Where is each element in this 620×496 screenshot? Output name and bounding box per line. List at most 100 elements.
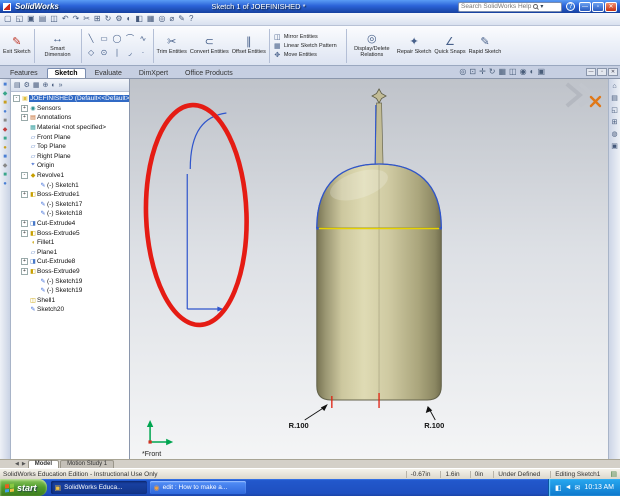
rapid-sketch-button[interactable]: ✎ Rapid Sketch	[469, 36, 502, 55]
redo-icon[interactable]: ↷	[73, 13, 80, 25]
configurationmanager-tab-icon[interactable]: ▦	[33, 81, 40, 89]
copy-icon[interactable]: ⊞	[94, 13, 101, 25]
appearance-icon[interactable]: ◐	[127, 13, 132, 25]
tree-expander-icon[interactable]	[21, 297, 28, 304]
smart-dimension-button[interactable]: ↔ Smart Dimension	[38, 33, 78, 58]
feature-tree-item[interactable]: ▱ Plane1	[11, 248, 129, 258]
feature-tree-item[interactable]: + ◉ Sensors	[11, 104, 129, 114]
confirmation-corner-cancel-icon[interactable]	[589, 95, 602, 108]
centerline-tool-icon[interactable]: ∣	[111, 46, 124, 60]
open-file-icon[interactable]: ◱	[16, 13, 24, 25]
zoom-area-icon[interactable]: ⊡	[469, 67, 476, 77]
feature-tree-item[interactable]: - ◆ Revolve1	[11, 171, 129, 181]
graphics-area[interactable]: R.100 R.100 *Front	[130, 79, 608, 459]
study-tab[interactable]: Motion Study 1	[60, 460, 115, 468]
feature-tree-item[interactable]: ⌖ Origin	[11, 161, 129, 171]
tree-expander-icon[interactable]	[21, 306, 28, 313]
tree-expander-icon[interactable]	[31, 182, 38, 189]
revolve-profile-sketch[interactable]	[186, 112, 227, 312]
feature-tree-item[interactable]: ◖ Fillet1	[11, 238, 129, 248]
tree-expander-icon[interactable]: -	[21, 172, 28, 180]
tree-expander-icon[interactable]	[21, 153, 28, 160]
undo-icon[interactable]: ↶	[62, 13, 69, 25]
feature-tree-item[interactable]: + ◧ Boss-Extrude9	[11, 267, 129, 277]
model-geometry[interactable]	[316, 88, 442, 401]
ribbon-tab[interactable]: Office Products	[177, 68, 241, 78]
mirror-entities-button[interactable]: ◫ Mirror Entities	[273, 33, 343, 41]
tree-expander-icon[interactable]	[21, 162, 28, 169]
panel-overflow-icon[interactable]: »	[59, 82, 63, 89]
minimize-button[interactable]: —	[579, 1, 591, 12]
volume-icon[interactable]: ◄	[565, 484, 572, 492]
confirmation-corner-exit-icon[interactable]	[565, 82, 583, 108]
feature-tree-item[interactable]: ✎ Sketch20	[11, 305, 129, 315]
close-button[interactable]: ✕	[605, 1, 617, 12]
section-view-icon[interactable]: ◧	[135, 13, 143, 25]
help-icon[interactable]: ?	[189, 13, 193, 25]
tab-scroll-left-icon[interactable]: ◀	[14, 461, 20, 467]
apply-scene-icon[interactable]: ▣	[537, 67, 545, 77]
task-pane-appearances-icon[interactable]: ◍	[611, 130, 617, 138]
sketch-spike-line[interactable]	[374, 104, 377, 165]
tree-expander-icon[interactable]	[21, 239, 28, 246]
tree-expander-icon[interactable]: +	[21, 191, 28, 199]
search-dropdown-icon[interactable]: ▾	[540, 3, 543, 10]
left-toolbar-icon-8[interactable]: ●	[3, 145, 7, 152]
displaymanager-tab-icon[interactable]: ◐	[51, 82, 55, 89]
left-toolbar-icon-12[interactable]: ●	[3, 181, 7, 188]
feature-tree-item[interactable]: ◫ Shell1	[11, 295, 129, 305]
print-preview-icon[interactable]: ◫	[50, 13, 58, 25]
featuremanager-tab-icon[interactable]: ▤	[14, 81, 21, 89]
rebuild-icon[interactable]: ↻	[105, 13, 112, 25]
radius-dimensions[interactable]: R.100 R.100	[289, 404, 445, 430]
model-spike-tip[interactable]	[371, 88, 387, 104]
polygon-tool-icon[interactable]: ◇	[85, 46, 98, 60]
tree-expander-icon[interactable]	[31, 201, 38, 208]
task-pane-view-palette-icon[interactable]: ⊞	[612, 118, 618, 126]
left-toolbar-icon-11[interactable]: ■	[3, 172, 7, 179]
tree-expander-icon[interactable]: +	[21, 104, 28, 112]
arc-tool-icon[interactable]: ⌒	[124, 32, 137, 46]
sketch-point-right[interactable]	[439, 227, 442, 230]
feature-tree-item[interactable]: + ◨ Cut-Extrude4	[11, 219, 129, 229]
ribbon-tab[interactable]: Evaluate	[87, 68, 130, 78]
exit-sketch-button[interactable]: ✎ Exit Sketch	[3, 36, 31, 55]
feature-tree-item[interactable]: ✎ (-) Sketch19	[11, 276, 129, 286]
feature-tree-item[interactable]: ✎ (-) Sketch17	[11, 200, 129, 210]
display-style-icon[interactable]: ◫	[509, 67, 517, 77]
offset-entities-button[interactable]: ∥ Offset Entities	[232, 36, 266, 55]
search-input[interactable]: Search SolidWorks Help ▾	[458, 1, 562, 12]
study-tab[interactable]: Model	[27, 460, 60, 468]
repair-sketch-button[interactable]: ✦ Repair Sketch	[397, 36, 432, 55]
rotate-view-icon[interactable]: ↻	[489, 67, 496, 77]
maximize-button[interactable]: ▫	[592, 1, 604, 12]
feature-tree-item[interactable]: + ◧ Boss-Extrude5	[11, 228, 129, 238]
zoom-fit-icon[interactable]: ◎	[459, 67, 466, 77]
tab-scroll-right-icon[interactable]: ▶	[21, 461, 27, 467]
tree-expander-icon[interactable]: -	[13, 95, 20, 103]
save-icon[interactable]: ▣	[27, 13, 35, 25]
view-orientation-icon[interactable]: ▦	[498, 67, 506, 77]
left-toolbar-icon-1[interactable]: ■	[3, 82, 7, 89]
feature-tree-item[interactable]: ▦ Material <not specified>	[11, 123, 129, 133]
status-note-icon[interactable]: ▤	[610, 470, 617, 478]
task-pane-design-library-icon[interactable]: ▤	[611, 94, 618, 102]
circle-tool-icon[interactable]: ◯	[111, 32, 124, 46]
point-tool-icon[interactable]: ·	[137, 46, 150, 60]
left-toolbar-icon-7[interactable]: ■	[3, 136, 7, 143]
tree-expander-icon[interactable]	[21, 124, 28, 131]
feature-tree-item[interactable]: + ◧ Boss-Extrude1	[11, 190, 129, 200]
tree-expander-icon[interactable]	[21, 249, 28, 256]
dimxpertmanager-tab-icon[interactable]: ⊕	[43, 81, 49, 89]
feature-tree-item[interactable]: ✎ (-) Sketch19	[11, 286, 129, 296]
edit-appearance-icon[interactable]: ◐	[530, 67, 535, 77]
ribbon-tab[interactable]: DimXpert	[131, 68, 176, 78]
doc-restore-button[interactable]: ▫	[597, 68, 607, 76]
feature-tree-item[interactable]: + ◨ Cut-Extrude8	[11, 257, 129, 267]
feature-tree-item[interactable]: - ▣ JOEFINISHED (Default<<Default>_	[11, 94, 129, 104]
dimension-label-right[interactable]: R.100	[424, 421, 444, 430]
tree-expander-icon[interactable]	[31, 210, 38, 217]
tree-expander-icon[interactable]: +	[21, 267, 28, 275]
display-delete-relations-button[interactable]: ◎ Display/Delete Relations	[350, 33, 394, 58]
left-toolbar-icon-10[interactable]: ◆	[3, 163, 8, 170]
